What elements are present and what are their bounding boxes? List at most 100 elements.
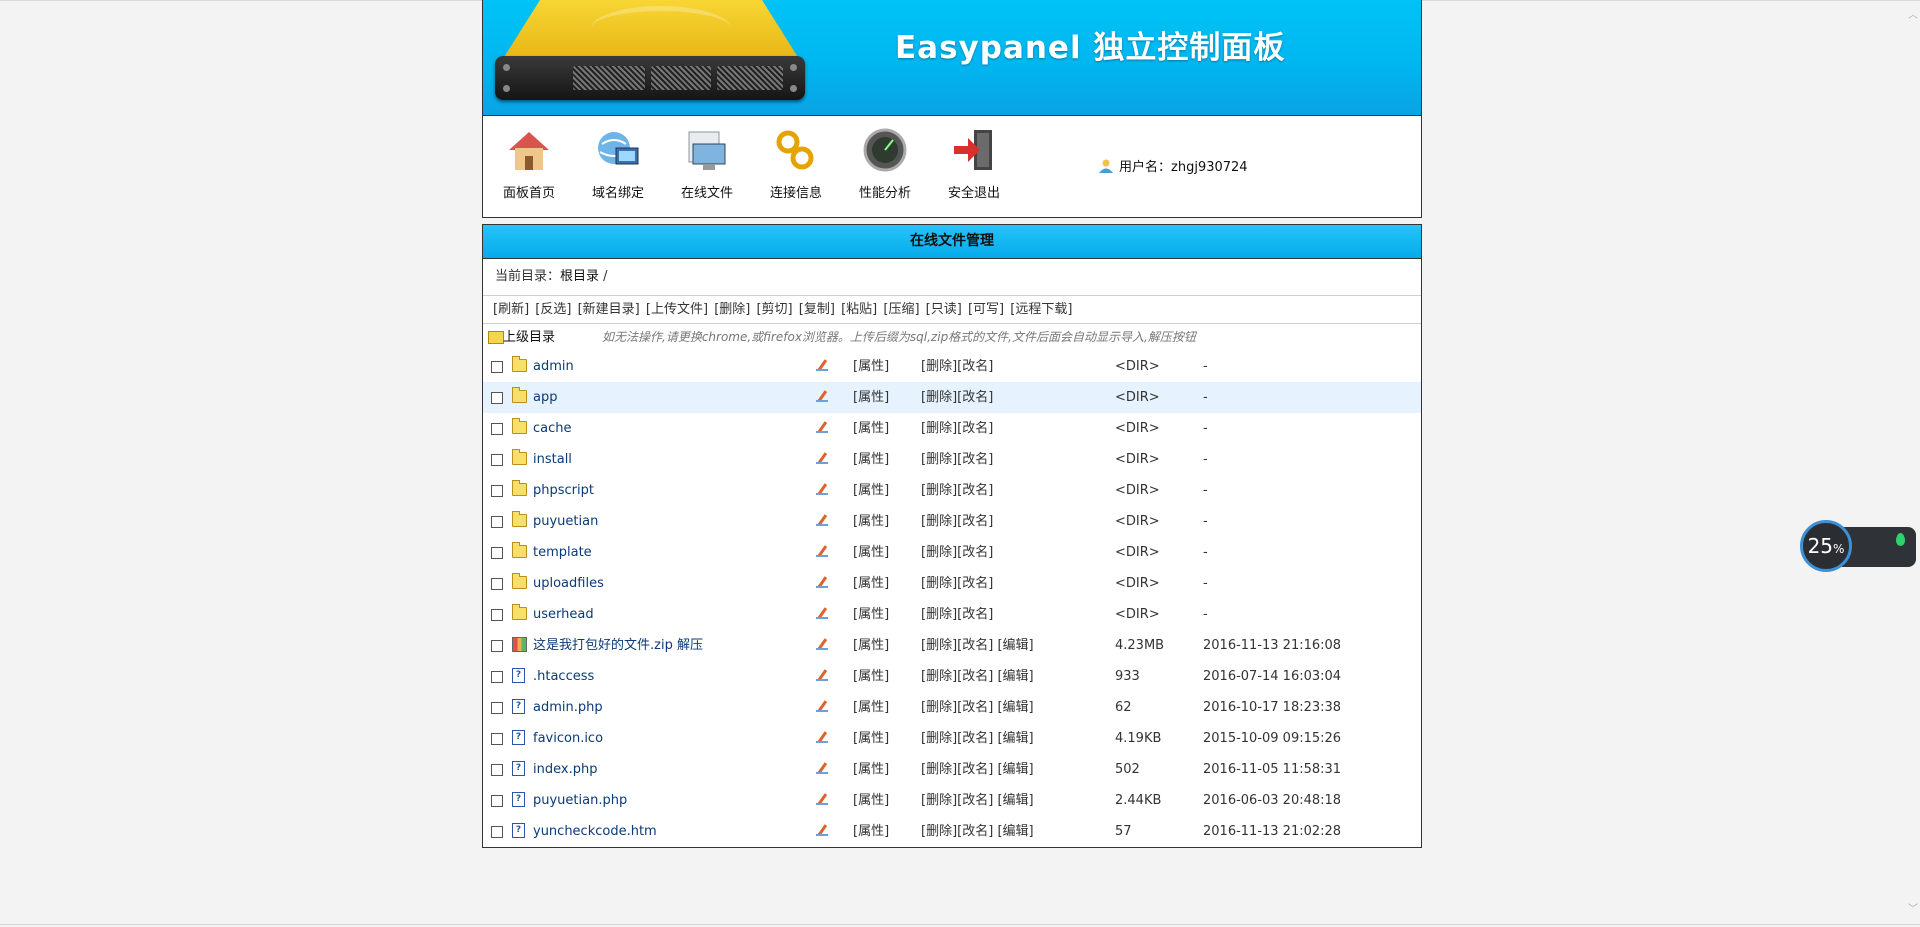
attr-link[interactable]: [属性]	[853, 816, 889, 847]
nav-item-performance[interactable]: 性能分析	[845, 126, 925, 201]
delete-link[interactable]: [删除]	[921, 638, 957, 653]
toolbar-refresh[interactable]: [刷新]	[493, 302, 529, 317]
rename-link[interactable]: [改名]	[957, 545, 993, 560]
rename-link[interactable]: [改名]	[957, 669, 993, 684]
delete-link[interactable]: [删除]	[921, 607, 957, 622]
pencil-icon[interactable]	[816, 793, 828, 805]
row-checkbox[interactable]	[491, 609, 503, 621]
rename-link[interactable]: [改名]	[957, 452, 993, 467]
row-checkbox[interactable]	[491, 764, 503, 776]
nav-item-domain[interactable]: 域名绑定	[578, 126, 658, 201]
delete-link[interactable]: [删除]	[921, 731, 957, 746]
delete-link[interactable]: [删除]	[921, 452, 957, 467]
file-name-link[interactable]: phpscript	[533, 475, 594, 506]
row-checkbox[interactable]	[491, 640, 503, 652]
delete-link[interactable]: [删除]	[921, 359, 957, 374]
pencil-icon[interactable]	[816, 514, 828, 526]
row-checkbox[interactable]	[491, 671, 503, 683]
delete-link[interactable]: [删除]	[921, 669, 957, 684]
toolbar-cut[interactable]: [剪切]	[756, 302, 792, 317]
attr-link[interactable]: [属性]	[853, 754, 889, 785]
file-name-link[interactable]: userhead	[533, 599, 594, 630]
nav-item-home[interactable]: 面板首页	[489, 126, 569, 201]
toolbar-new-folder[interactable]: [新建目录]	[578, 302, 640, 317]
rename-link[interactable]: [改名]	[957, 514, 993, 529]
attr-link[interactable]: [属性]	[853, 630, 889, 661]
file-name-link[interactable]: index.php	[533, 754, 597, 785]
toolbar-upload[interactable]: [上传文件]	[646, 302, 708, 317]
row-checkbox[interactable]	[491, 485, 503, 497]
pencil-icon[interactable]	[816, 576, 828, 588]
rename-link[interactable]: [改名]	[957, 731, 993, 746]
delete-link[interactable]: [删除]	[921, 793, 957, 808]
row-checkbox[interactable]	[491, 733, 503, 745]
rename-link[interactable]: [改名]	[957, 576, 993, 591]
rename-link[interactable]: [改名]	[957, 762, 993, 777]
file-name-link[interactable]: favicon.ico	[533, 723, 603, 754]
file-name-link[interactable]: puyuetian	[533, 506, 598, 537]
parent-dir-link[interactable]: 上级目录	[503, 324, 555, 351]
nav-item-connection[interactable]: 连接信息	[756, 126, 836, 201]
file-name-link[interactable]: template	[533, 537, 592, 568]
file-name-link[interactable]: app	[533, 382, 557, 413]
edit-link[interactable]: [编辑]	[997, 793, 1033, 808]
rename-link[interactable]: [改名]	[957, 793, 993, 808]
file-name-link[interactable]: admin.php	[533, 692, 603, 723]
attr-link[interactable]: [属性]	[853, 785, 889, 816]
pencil-icon[interactable]	[816, 359, 828, 371]
file-name-link[interactable]: install	[533, 444, 572, 475]
pencil-icon[interactable]	[816, 483, 828, 495]
file-name-link[interactable]: cache	[533, 413, 572, 444]
toolbar-copy[interactable]: [复制]	[799, 302, 835, 317]
attr-link[interactable]: [属性]	[853, 351, 889, 382]
pencil-icon[interactable]	[816, 700, 828, 712]
delete-link[interactable]: [删除]	[921, 824, 957, 839]
rename-link[interactable]: [改名]	[957, 824, 993, 839]
rename-link[interactable]: [改名]	[957, 483, 993, 498]
pencil-icon[interactable]	[816, 731, 828, 743]
row-checkbox[interactable]	[491, 423, 503, 435]
pencil-icon[interactable]	[816, 669, 828, 681]
delete-link[interactable]: [删除]	[921, 700, 957, 715]
delete-link[interactable]: [删除]	[921, 576, 957, 591]
row-checkbox[interactable]	[491, 454, 503, 466]
pencil-icon[interactable]	[816, 638, 828, 650]
current-dir-root-link[interactable]: 根目录	[560, 269, 599, 284]
row-checkbox[interactable]	[491, 361, 503, 373]
file-name-link[interactable]: yuncheckcode.htm	[533, 816, 657, 847]
attr-link[interactable]: [属性]	[853, 382, 889, 413]
delete-link[interactable]: [删除]	[921, 545, 957, 560]
delete-link[interactable]: [删除]	[921, 762, 957, 777]
pencil-icon[interactable]	[816, 452, 828, 464]
edit-link[interactable]: [编辑]	[997, 824, 1033, 839]
attr-link[interactable]: [属性]	[853, 444, 889, 475]
pencil-icon[interactable]	[816, 607, 828, 619]
file-name-link[interactable]: uploadfiles	[533, 568, 604, 599]
delete-link[interactable]: [删除]	[921, 483, 957, 498]
attr-link[interactable]: [属性]	[853, 413, 889, 444]
attr-link[interactable]: [属性]	[853, 599, 889, 630]
toolbar-delete[interactable]: [删除]	[714, 302, 750, 317]
toolbar-compress[interactable]: [压缩]	[883, 302, 919, 317]
row-checkbox[interactable]	[491, 795, 503, 807]
delete-link[interactable]: [删除]	[921, 390, 957, 405]
row-checkbox[interactable]	[491, 826, 503, 838]
scroll-up-arrow-icon[interactable]: ︿	[1908, 6, 1918, 21]
delete-link[interactable]: [删除]	[921, 514, 957, 529]
attr-link[interactable]: [属性]	[853, 506, 889, 537]
row-checkbox[interactable]	[491, 578, 503, 590]
file-name-link[interactable]: puyuetian.php	[533, 785, 627, 816]
rename-link[interactable]: [改名]	[957, 607, 993, 622]
rename-link[interactable]: [改名]	[957, 421, 993, 436]
nav-item-logout[interactable]: 安全退出	[934, 126, 1014, 201]
pencil-icon[interactable]	[816, 390, 828, 402]
edit-link[interactable]: [编辑]	[997, 700, 1033, 715]
pencil-icon[interactable]	[816, 545, 828, 557]
rename-link[interactable]: [改名]	[957, 638, 993, 653]
attr-link[interactable]: [属性]	[853, 537, 889, 568]
file-name-link[interactable]: 这是我打包好的文件.zip 解压	[533, 630, 703, 661]
attr-link[interactable]: [属性]	[853, 661, 889, 692]
edit-link[interactable]: [编辑]	[997, 638, 1033, 653]
toolbar-readonly[interactable]: [只读]	[926, 302, 962, 317]
toolbar-invert-select[interactable]: [反选]	[535, 302, 571, 317]
